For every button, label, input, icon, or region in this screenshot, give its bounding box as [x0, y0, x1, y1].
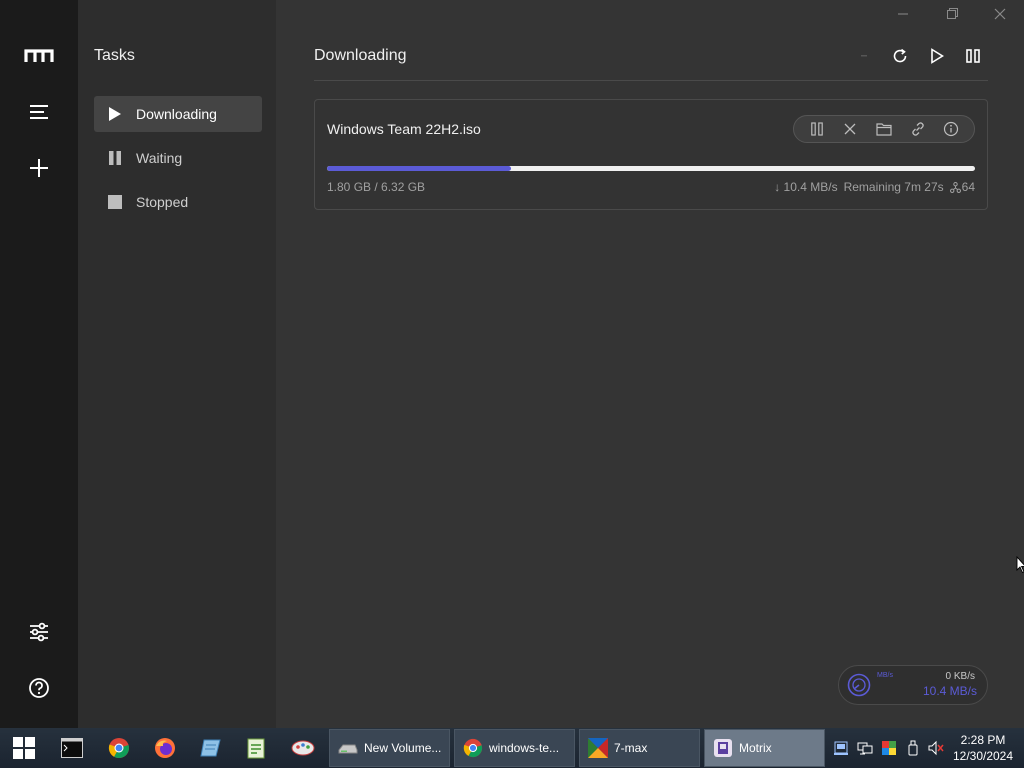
task-stats: ↓ 10.4 MB/s Remaining 7m 27s 64: [774, 180, 975, 194]
clock-date: 12/30/2024: [952, 749, 1014, 763]
task-connections: 64: [949, 180, 975, 194]
speedometer[interactable]: MB/s 0 KB/s 10.4 MB/s: [838, 665, 988, 705]
paint-icon[interactable]: [291, 736, 315, 760]
tray-app-icon[interactable]: [833, 740, 849, 756]
info-icon[interactable]: [941, 119, 961, 139]
connections-icon: [949, 181, 961, 193]
upload-speed: 0 KB/s: [945, 671, 975, 682]
network-icon[interactable]: [857, 740, 873, 756]
sidebar-item-label: Stopped: [136, 194, 189, 210]
sidebar-item-waiting[interactable]: Waiting: [94, 140, 262, 176]
chrome-icon: [463, 738, 483, 758]
folder-icon[interactable]: [874, 119, 894, 139]
progress-bar: [327, 166, 975, 171]
motrix-window: Tasks Downloading Waiting Stopped Downlo…: [0, 0, 1024, 728]
help-icon[interactable]: [24, 673, 54, 703]
sidebar-item-stopped[interactable]: Stopped: [94, 184, 262, 220]
divider: [314, 80, 988, 81]
refresh-icon[interactable]: [890, 46, 910, 66]
firefox-icon[interactable]: [153, 736, 177, 760]
task-size: 1.80 GB / 6.32 GB: [327, 180, 426, 194]
notepad-icon[interactable]: [199, 736, 223, 760]
taskbar-button-motrix[interactable]: Motrix: [704, 729, 825, 767]
sidebar-item-label: Downloading: [136, 106, 217, 122]
speed-unit-label: MB/s: [877, 672, 893, 679]
stop-icon: [107, 194, 123, 210]
connections-count: 64: [961, 180, 975, 194]
taskbar-button-label: Motrix: [739, 741, 772, 755]
windows-taskbar: New Volume... windows-te... 7-max Motrix…: [0, 728, 1024, 768]
maximize-icon[interactable]: [942, 4, 962, 24]
chrome-icon[interactable]: [107, 736, 131, 760]
windows-start-icon[interactable]: [12, 736, 36, 760]
drive-icon: [338, 744, 358, 754]
clock-time: 2:28 PM: [960, 733, 1006, 747]
taskbar-button-7max[interactable]: 7-max: [579, 729, 700, 767]
app-rail: [0, 0, 78, 728]
page-title: Downloading: [314, 47, 407, 64]
link-icon[interactable]: [908, 119, 928, 139]
taskbar-button-label: 7-max: [614, 741, 648, 755]
play-icon: [107, 106, 123, 122]
pause-icon: [107, 150, 123, 166]
resume-all-icon[interactable]: [927, 46, 947, 66]
task-actions: [793, 115, 975, 143]
task-speed: ↓ 10.4 MB/s: [774, 180, 838, 194]
color-tray-icon[interactable]: [881, 740, 897, 756]
pause-all-icon[interactable]: [963, 46, 983, 66]
taskbar-button-label: New Volume...: [364, 741, 442, 755]
task-name: Windows Team 22H2.iso: [327, 121, 481, 137]
task-item[interactable]: Windows Team 22H2.iso 1.80 GB / 6.32 GB …: [314, 99, 988, 210]
dot-icon: [854, 46, 874, 66]
sidebar-title: Tasks: [94, 47, 135, 64]
volume-muted-icon[interactable]: [928, 740, 944, 756]
minimize-icon[interactable]: [893, 4, 913, 24]
mouse-cursor-icon: [1016, 556, 1024, 574]
sidebar-item-downloading[interactable]: Downloading: [94, 96, 262, 132]
taskbar-button-label: windows-te...: [489, 741, 560, 755]
sidebar-item-label: Waiting: [136, 150, 183, 166]
motrix-logo-icon[interactable]: [24, 41, 54, 71]
taskbar-button-new-volume[interactable]: New Volume...: [329, 729, 450, 767]
motrix-app-icon: [714, 739, 732, 757]
task-sidebar: Tasks Downloading Waiting Stopped: [78, 0, 276, 728]
editor-icon[interactable]: [244, 736, 268, 760]
task-remaining: Remaining 7m 27s: [843, 180, 944, 194]
toolbar: [854, 46, 983, 66]
speedometer-icon: [847, 673, 871, 697]
main-panel: Downloading Windows Team 22H2.iso 1.80 G…: [276, 0, 1024, 728]
7max-icon: [588, 738, 608, 758]
add-task-icon[interactable]: [24, 153, 54, 183]
menu-icon[interactable]: [24, 97, 54, 127]
preferences-icon[interactable]: [24, 617, 54, 647]
pause-task-icon[interactable]: [807, 119, 827, 139]
terminal-icon[interactable]: [60, 736, 84, 760]
delete-task-icon[interactable]: [840, 119, 860, 139]
progress-fill: [327, 166, 512, 171]
download-speed: 10.4 MB/s: [922, 684, 977, 698]
usb-icon[interactable]: [905, 740, 921, 756]
taskbar-button-chrome-window[interactable]: windows-te...: [454, 729, 575, 767]
system-clock[interactable]: 2:28 PM 12/30/2024: [948, 732, 1018, 764]
close-icon[interactable]: [990, 4, 1010, 24]
